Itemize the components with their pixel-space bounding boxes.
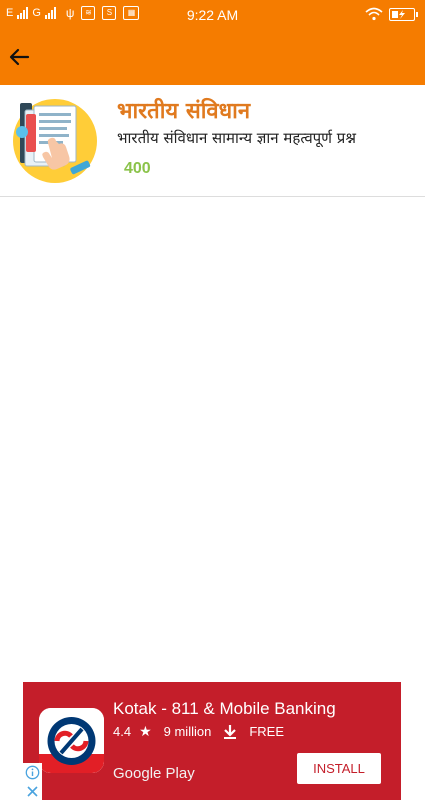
- wifi-icon: [365, 7, 383, 21]
- list-item[interactable]: भारतीय संविधान भारतीय संविधान सामान्य ज्…: [0, 85, 425, 197]
- star-icon: ★: [139, 723, 152, 739]
- battery-charging-icon: [389, 7, 418, 21]
- back-button[interactable]: [4, 42, 34, 72]
- item-title: भारतीय संविधान: [117, 99, 251, 124]
- clock: 9:22 AM: [186, 7, 239, 23]
- install-button[interactable]: INSTALL: [297, 753, 381, 784]
- app-bar: [0, 30, 425, 85]
- ad-banner[interactable]: Kotak - 811 & Mobile Banking 4.4 ★ 9 mil…: [23, 682, 401, 800]
- ad-price: FREE: [249, 724, 284, 739]
- status-right-icons: [365, 7, 418, 21]
- kotak-logo-icon: [39, 708, 104, 773]
- item-subtitle: भारतीय संविधान सामान्य ज्ञान महत्वपूर्ण …: [117, 129, 356, 147]
- ad-info-icon[interactable]: [23, 763, 42, 782]
- ad-downloads: 9 million: [163, 724, 212, 739]
- ad-store-label: Google Play: [113, 765, 195, 782]
- question-count: 400: [124, 160, 151, 177]
- status-bar: E G ψ ≋ S ▦ 9:22 AM: [0, 0, 425, 30]
- ad-title[interactable]: Kotak - 811 & Mobile Banking: [113, 699, 336, 719]
- download-icon: [224, 725, 237, 739]
- ad-meta: 4.4 ★ 9 million FREE: [113, 723, 284, 740]
- document-touch-icon: [13, 99, 97, 183]
- ad-close-icon[interactable]: [23, 782, 42, 800]
- arrow-back-icon: [9, 48, 30, 66]
- ad-rating: 4.4: [113, 724, 132, 739]
